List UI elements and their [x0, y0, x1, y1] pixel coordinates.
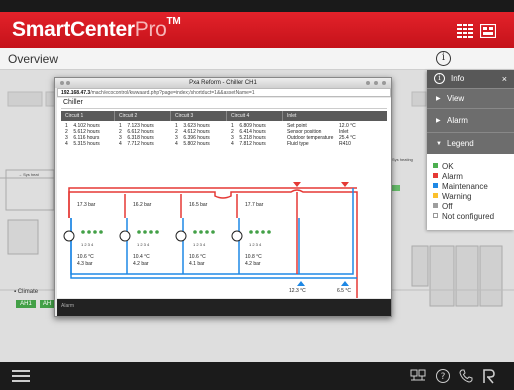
- chevron-right-icon: ▶: [436, 96, 441, 102]
- address-bar[interactable]: 192.168.47.3/mach/ecocontrol/kwwaard.php…: [57, 88, 391, 97]
- chevron-down-icon: ▼: [436, 141, 442, 147]
- chevron-right-icon: ▶: [436, 118, 441, 124]
- c4-temp: 10.8 °C: [245, 254, 262, 260]
- info-section-alarm[interactable]: ▶ Alarm: [427, 108, 514, 132]
- ok-swatch: [433, 163, 438, 168]
- c2-pressure-high: 16.2 bar: [133, 202, 152, 208]
- c3-pressure-low: 4.1 bar: [189, 261, 205, 267]
- cold-inlet-arrow: [297, 281, 305, 286]
- heading-divider: [61, 108, 387, 109]
- svg-text:?: ?: [441, 372, 446, 382]
- inlet-values: 12.0 °C Inlet 25.4 °C R410: [339, 123, 356, 147]
- chiller-popup-window: Pxa Reform - Chiller CH1 192.168.47.3/ma…: [54, 77, 392, 317]
- chiller-heading: Chiller: [63, 99, 83, 106]
- c4-pressure-high: 17.7 bar: [245, 202, 264, 208]
- outlet-temp-right: 6.5 °C: [337, 288, 351, 294]
- ah2-button[interactable]: AH: [40, 300, 54, 308]
- compressor-icon: [231, 230, 243, 242]
- c1-pressure-high: 17.3 bar: [77, 202, 96, 208]
- legend-warning: Warning: [433, 192, 472, 202]
- tab-circuit-2[interactable]: Circuit 2: [115, 111, 171, 121]
- circuit-4-hours: 1 6.809 hours 2 6.414 hours 3 5.218 hours 4…: [231, 123, 266, 147]
- menu-icon[interactable]: [12, 370, 30, 382]
- brand-logo: SmartCenterProTM: [12, 16, 181, 41]
- info-section-label: View: [447, 94, 465, 103]
- info-panel: i Info × ▶ View ▶ Alarm ▼ Legend OK Alar…: [427, 70, 514, 230]
- window-traffic-icon[interactable]: [59, 80, 77, 86]
- climate-label: ▪ Climate: [14, 289, 39, 295]
- not-configured-swatch: [433, 213, 438, 218]
- c3-pressure-high: 16.5 bar: [189, 202, 208, 208]
- top-strip: [0, 0, 514, 12]
- c2-pressure-low: 4.2 bar: [133, 261, 149, 267]
- circuit-2-hours: 1 7.123 hours 2 6.612 hours 3 6.318 hours 4…: [119, 123, 154, 147]
- legend-ok: OK: [433, 162, 454, 172]
- c2-temp: 10.4 °C: [133, 254, 150, 260]
- logo-icon[interactable]: [481, 368, 497, 384]
- sys-heat-label: → Sys heat: [18, 172, 39, 177]
- info-panel-header: i Info ×: [427, 70, 514, 88]
- app-header: SmartCenterProTM: [0, 12, 514, 48]
- hot-outlet-arrow: [341, 182, 349, 187]
- c1-pressure-low: 4.3 bar: [77, 261, 93, 267]
- legend-maintenance: Maintenance: [433, 182, 488, 192]
- sys-heating-label: Sys heating: [392, 157, 413, 162]
- legend-off: Off: [433, 202, 453, 212]
- popup-content: Chiller Circuit 1 Circuit 2 Circuit 3 Ci…: [57, 98, 391, 298]
- dashboard-view-icon[interactable]: [480, 24, 496, 38]
- warning-swatch: [433, 193, 438, 198]
- info-panel-title: Info: [451, 74, 465, 83]
- compressor-icon: [63, 230, 75, 242]
- c1-temp: 10.6 °C: [77, 254, 94, 260]
- help-icon[interactable]: ?: [435, 368, 451, 384]
- compressor-numbers: 1 2 3 4: [193, 242, 206, 247]
- legend-alarm: Alarm: [433, 172, 463, 182]
- legend-not-configured: Not configured: [433, 212, 494, 222]
- c3-temp: 10.6 °C: [189, 254, 206, 260]
- bottom-bar: ?: [0, 362, 514, 390]
- compressor-numbers: 1 2 3 4: [137, 242, 150, 247]
- tab-inlet[interactable]: Inlet: [283, 111, 387, 121]
- popup-title-bar: Pxa Reform - Chiller CH1: [55, 78, 391, 88]
- page-title: Overview: [8, 52, 59, 66]
- compressor-numbers: 1 2 3 4: [81, 242, 94, 247]
- circuit-3-hours: 1 3.623 hours 2 4.612 hours 3 6.396 hours 4…: [175, 123, 210, 147]
- popup-footer: Alarm: [57, 299, 391, 316]
- phone-icon[interactable]: [458, 368, 474, 384]
- inlet-labels: Set point Sensor position Outdoor temperat…: [287, 123, 334, 147]
- hot-inlet-arrow: [293, 182, 301, 187]
- grid-view-icon[interactable]: [457, 24, 473, 38]
- close-icon[interactable]: ×: [502, 70, 507, 88]
- tab-circuit-1[interactable]: Circuit 1: [61, 111, 115, 121]
- compressor-icon: [119, 230, 131, 242]
- info-section-label: Legend: [447, 139, 474, 148]
- alarm-footer-label[interactable]: Alarm: [61, 303, 74, 309]
- tab-circuit-4[interactable]: Circuit 4: [227, 111, 283, 121]
- alarm-swatch: [433, 173, 438, 178]
- outlet-temp-left: 12.3 °C: [289, 288, 306, 294]
- info-icon[interactable]: i: [436, 51, 451, 66]
- popup-title: Pxa Reform - Chiller CH1: [189, 80, 257, 86]
- cold-outlet-arrow: [341, 281, 349, 286]
- circuit-tabs: Circuit 1 Circuit 2 Circuit 3 Circuit 4 …: [61, 111, 387, 121]
- tab-circuit-3[interactable]: Circuit 3: [171, 111, 227, 121]
- info-section-view[interactable]: ▶ View: [427, 88, 514, 108]
- c4-pressure-low: 4.2 bar: [245, 261, 261, 267]
- sub-header: Overview i: [0, 48, 514, 70]
- refrigerant-schematic: [63, 182, 358, 298]
- window-controls-icon[interactable]: [365, 80, 387, 86]
- info-section-legend[interactable]: ▼ Legend: [427, 132, 514, 154]
- circuit-1-hours: 1 4.102 hours 2 5.612 hours 3 6.116 hours 4…: [65, 123, 100, 147]
- info-section-label: Alarm: [447, 116, 468, 125]
- off-swatch: [433, 203, 438, 208]
- monitor-icon[interactable]: [410, 368, 426, 384]
- compressor-icon: [175, 230, 187, 242]
- ah1-button[interactable]: AH1: [16, 300, 36, 308]
- info-icon: i: [434, 73, 445, 84]
- compressor-numbers: 1 2 3 4: [249, 242, 262, 247]
- maintenance-swatch: [433, 183, 438, 188]
